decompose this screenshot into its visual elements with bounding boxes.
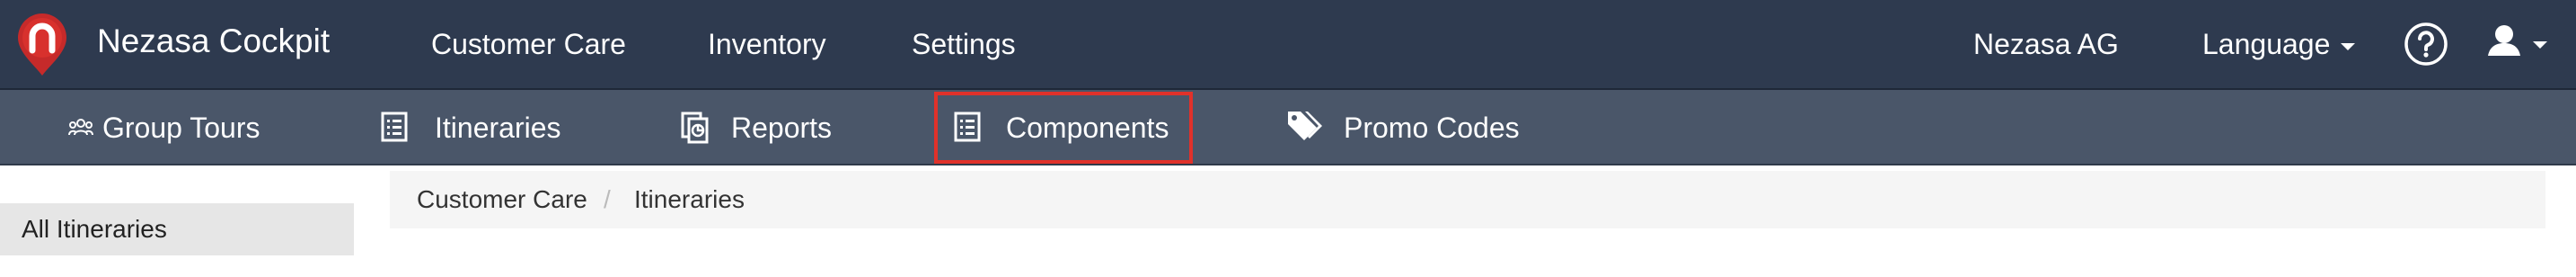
nezasa-logo-icon[interactable]: [14, 11, 70, 77]
breadcrumb-separator: /: [604, 185, 611, 213]
account-name[interactable]: Nezasa AG: [1973, 0, 2119, 88]
subnav-label: Promo Codes: [1344, 112, 1520, 144]
subnav-group-tours[interactable]: Group Tours: [68, 90, 284, 165]
sidebar-item-all-itineraries[interactable]: All Itineraries: [0, 203, 354, 255]
language-dropdown[interactable]: Language: [2202, 0, 2356, 88]
subnav-label: Reports: [731, 112, 833, 144]
list-icon: [381, 112, 408, 142]
subnav-reports[interactable]: Reports: [681, 90, 842, 165]
topnav-settings[interactable]: Settings: [912, 0, 1016, 88]
caret-down-icon: [2341, 42, 2356, 50]
subnav-itineraries[interactable]: Itineraries: [381, 90, 578, 165]
user-icon[interactable]: [2486, 22, 2562, 67]
breadcrumb: Customer Care / Itineraries: [390, 171, 2545, 228]
tags-icon: [1288, 112, 1322, 140]
top-navbar: Nezasa Cockpit Customer Care Inventory S…: [0, 0, 2576, 90]
subnav-promo-codes[interactable]: Promo Codes: [1286, 90, 1538, 165]
question-circle-icon[interactable]: [2404, 22, 2448, 67]
subnav-label: Group Tours: [102, 112, 260, 144]
topnav-inventory[interactable]: Inventory: [708, 0, 826, 88]
selection-highlight: [934, 92, 1193, 164]
breadcrumb-customer-care[interactable]: Customer Care: [417, 171, 587, 228]
sub-navbar: Group Tours Itineraries Reports Componen…: [0, 90, 2576, 165]
app-title[interactable]: Nezasa Cockpit: [97, 0, 330, 83]
group-icon: [68, 119, 93, 136]
report-icon: [681, 112, 709, 144]
subnav-label: Itineraries: [435, 112, 561, 144]
language-label: Language: [2202, 28, 2331, 60]
breadcrumb-itineraries: Itineraries: [634, 185, 745, 213]
topnav-customer-care[interactable]: Customer Care: [431, 0, 626, 88]
